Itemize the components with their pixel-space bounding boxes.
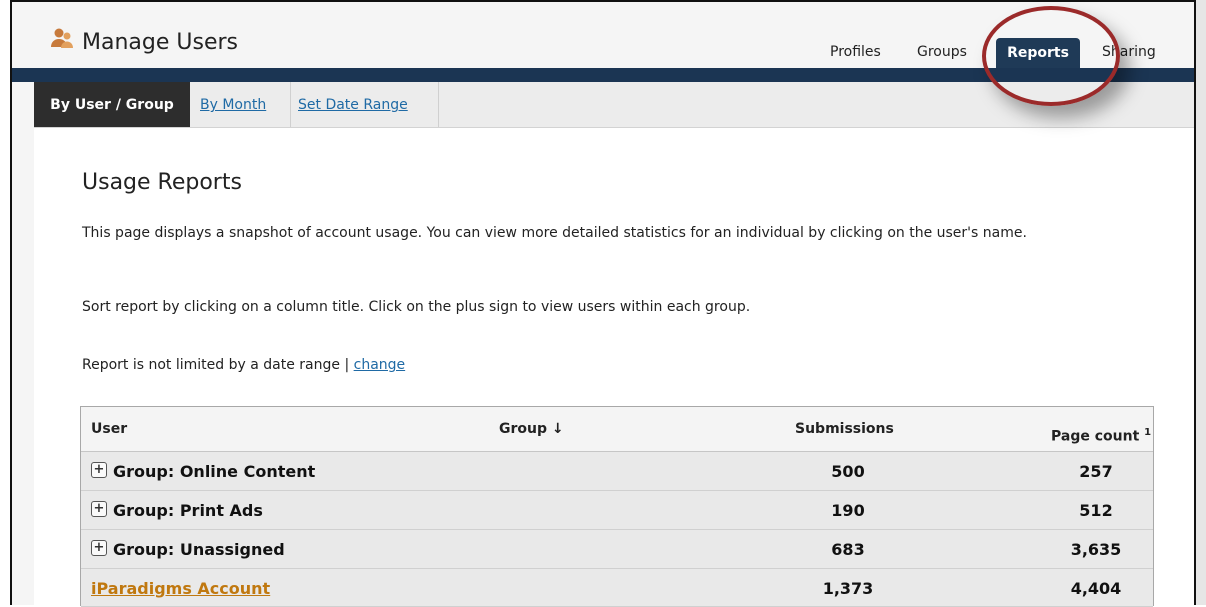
page-count-value: 512	[1079, 501, 1113, 520]
main-content: Usage Reports This page displays a snaps…	[34, 128, 1194, 607]
group-name: Group: Online Content	[113, 462, 316, 481]
submissions-value: 190	[831, 501, 865, 520]
app-title: Manage Users	[82, 30, 238, 55]
footnote-marker: 1	[1144, 427, 1152, 438]
window-edge	[1196, 0, 1206, 605]
page-count-label: Page count	[1051, 428, 1140, 445]
expand-group-icon[interactable]: +	[91, 540, 107, 556]
table-row: iParadigms Account 1,373 4,404	[81, 569, 1153, 607]
group-name: Group: Print Ads	[113, 501, 263, 520]
tab-profiles[interactable]: Profiles	[830, 44, 881, 60]
subtab-by-month[interactable]: By Month	[200, 82, 266, 127]
column-header-group[interactable]: Group ↓	[499, 421, 564, 437]
column-header-submissions[interactable]: Submissions	[795, 421, 894, 437]
app-window: Manage Users Profiles Groups Reports Sha…	[12, 2, 1194, 607]
submissions-value: 683	[831, 540, 865, 559]
highlight-circle-annotation	[982, 6, 1120, 106]
date-range-status: Report is not limited by a date range | …	[82, 356, 405, 374]
page-count-value: 3,635	[1070, 540, 1122, 559]
subtab-by-user-group[interactable]: By User / Group	[34, 82, 190, 127]
page-count-value: 257	[1079, 462, 1113, 481]
user-icon	[51, 28, 73, 48]
table-row: + Group: Unassigned 683 3,635	[81, 530, 1153, 569]
account-link[interactable]: iParadigms Account	[91, 579, 270, 598]
subtab-divider	[438, 82, 439, 127]
group-name: Group: Unassigned	[113, 540, 285, 559]
change-date-range-link[interactable]: change	[354, 357, 406, 373]
sort-hint: Sort report by clicking on a column titl…	[82, 299, 751, 315]
submissions-value: 1,373	[822, 579, 874, 598]
expand-group-icon[interactable]: +	[91, 501, 107, 517]
subtab-set-date-range[interactable]: Set Date Range	[298, 82, 408, 127]
table-row: + Group: Online Content 500 257	[81, 452, 1153, 491]
submissions-value: 500	[831, 462, 865, 481]
table-row: + Group: Print Ads 190 512	[81, 491, 1153, 530]
subtab-divider	[290, 82, 291, 127]
page-title: Usage Reports	[82, 170, 242, 195]
page-count-value: 4,404	[1070, 579, 1122, 598]
page-description: This page displays a snapshot of account…	[82, 225, 1027, 241]
usage-report-table: User Group ↓ Submissions Page count 1 + …	[80, 406, 1154, 607]
date-range-text: Report is not limited by a date range |	[82, 357, 354, 373]
table-header: User Group ↓ Submissions Page count 1	[81, 407, 1153, 452]
tab-groups[interactable]: Groups	[917, 44, 967, 60]
expand-group-icon[interactable]: +	[91, 462, 107, 478]
column-header-page-count[interactable]: Page count 1	[1051, 427, 1151, 445]
column-header-user[interactable]: User	[91, 421, 127, 437]
